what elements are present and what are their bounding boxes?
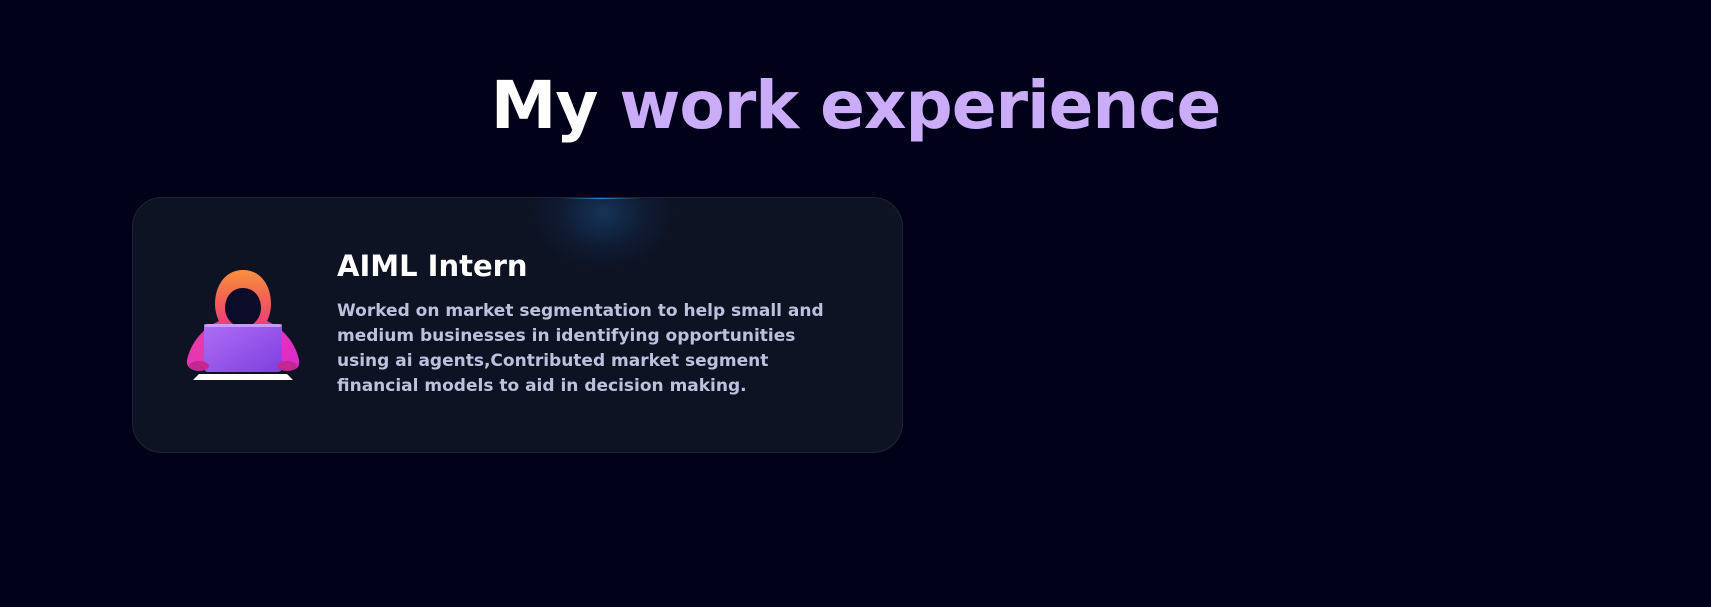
section-title-prefix: My (490, 67, 599, 144)
section-title-highlight: work experience (619, 67, 1221, 144)
section-title: My work experience (0, 66, 1711, 146)
card-title: AIML Intern (337, 249, 528, 283)
card-glow-line (561, 198, 641, 199)
experience-card[interactable]: AIML Intern Worked on market segmentatio… (132, 197, 903, 453)
card-description: Worked on market segmentation to help sm… (337, 301, 824, 396)
hooded-hacker-laptop-icon (181, 270, 305, 380)
card-content: AIML Intern Worked on market segmentatio… (337, 248, 857, 399)
